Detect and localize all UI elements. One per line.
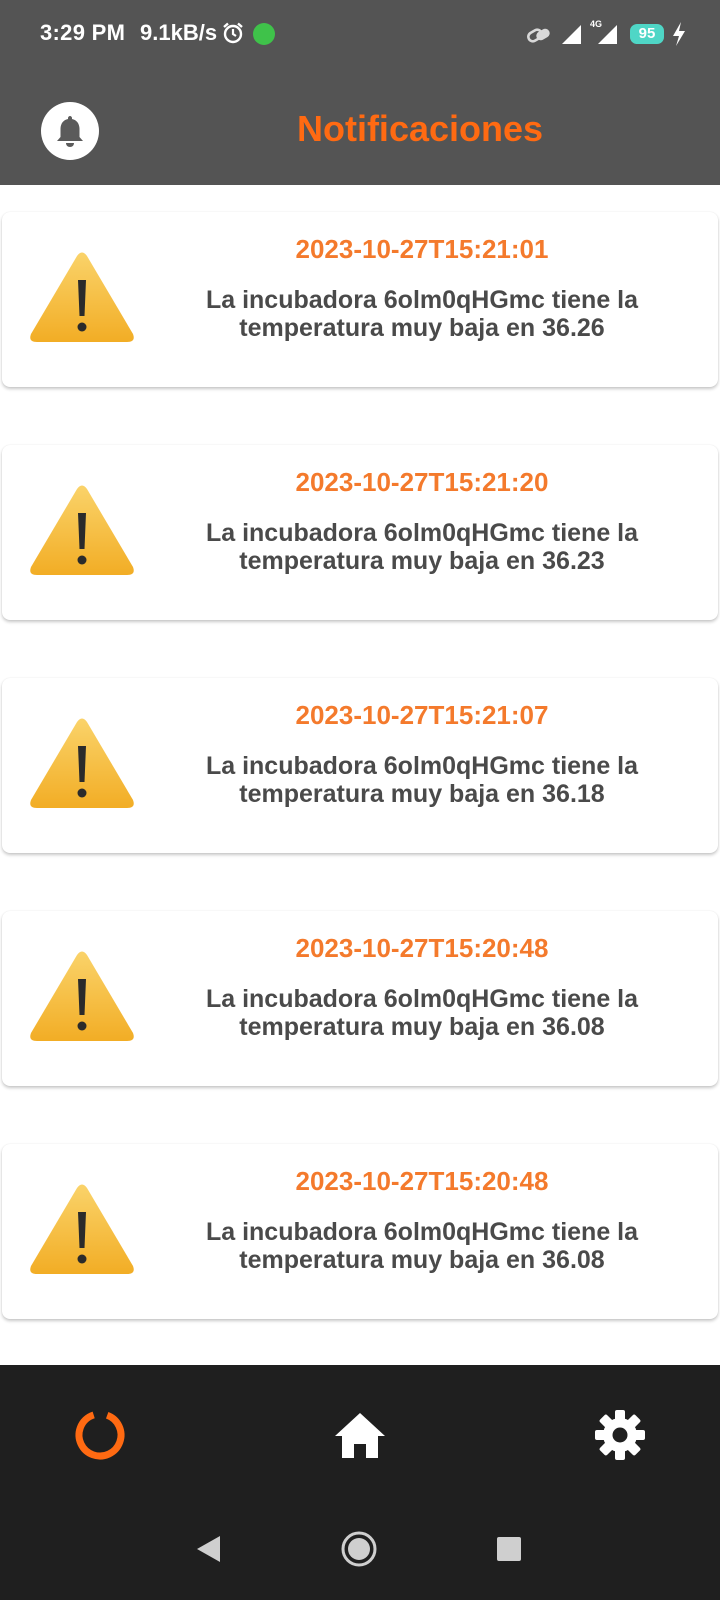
notification-card[interactable]: 2023-10-27T15:20:48 La incubadora 6olm0q…	[2, 911, 718, 1086]
warning-icon	[30, 718, 134, 808]
notification-list: 2023-10-27T15:21:01 La incubadora 6olm0q…	[0, 185, 720, 1365]
app-notification-icon	[253, 23, 275, 45]
notification-date: 2023-10-27T15:21:07	[295, 700, 549, 730]
back-icon[interactable]	[194, 1534, 222, 1564]
signal-4g-icon	[598, 25, 617, 44]
notification-date: 2023-10-27T15:21:01	[295, 234, 549, 264]
notification-message: La incubadora 6olm0qHGmc tiene la temper…	[205, 286, 639, 342]
recent-apps-icon[interactable]	[497, 1537, 521, 1561]
bell-button[interactable]	[41, 102, 99, 160]
notification-card[interactable]: 2023-10-27T15:20:48 La incubadora 6olm0q…	[2, 1144, 718, 1319]
status-time: 3:29 PM	[40, 20, 126, 45]
notification-date: 2023-10-27T15:20:48	[295, 1166, 549, 1196]
dashboard-ring-icon[interactable]	[70, 1405, 130, 1465]
home-icon[interactable]	[330, 1405, 390, 1465]
battery-indicator: 95	[630, 24, 664, 44]
charging-bolt-icon	[673, 22, 685, 46]
status-network-speed: 9.1kB/s	[140, 20, 218, 45]
page-title: Notificaciones	[296, 108, 544, 149]
status-bar: 3:29 PM 9.1kB/s 4G 95	[0, 0, 720, 70]
top-bar: 3:29 PM 9.1kB/s 4G 95 Notificaciones	[0, 0, 720, 185]
bell-icon	[57, 116, 83, 147]
warning-icon	[30, 252, 134, 342]
notification-message: La incubadora 6olm0qHGmc tiene la temper…	[205, 1218, 639, 1274]
signal-icon	[562, 25, 581, 44]
notification-card[interactable]: 2023-10-27T15:21:20 La incubadora 6olm0q…	[2, 445, 718, 620]
bottom-navigation	[0, 1365, 720, 1505]
warning-icon	[30, 1184, 134, 1274]
notification-card[interactable]: 2023-10-27T15:21:07 La incubadora 6olm0q…	[2, 678, 718, 853]
home-circle-icon[interactable]	[340, 1530, 378, 1568]
link-icon	[527, 28, 550, 43]
notification-card[interactable]: 2023-10-27T15:21:01 La incubadora 6olm0q…	[2, 212, 718, 387]
notification-date: 2023-10-27T15:21:20	[295, 467, 549, 497]
notification-message: La incubadora 6olm0qHGmc tiene la temper…	[205, 519, 639, 575]
notification-message: La incubadora 6olm0qHGmc tiene la temper…	[205, 752, 639, 808]
alarm-clock-icon	[223, 22, 243, 44]
system-navigation-bar	[0, 1505, 720, 1600]
warning-icon	[30, 485, 134, 575]
notification-date: 2023-10-27T15:20:48	[295, 933, 549, 963]
warning-icon	[30, 951, 134, 1041]
gear-icon[interactable]	[590, 1405, 650, 1465]
notification-message: La incubadora 6olm0qHGmc tiene la temper…	[205, 985, 639, 1041]
app-header: Notificaciones	[0, 70, 720, 185]
